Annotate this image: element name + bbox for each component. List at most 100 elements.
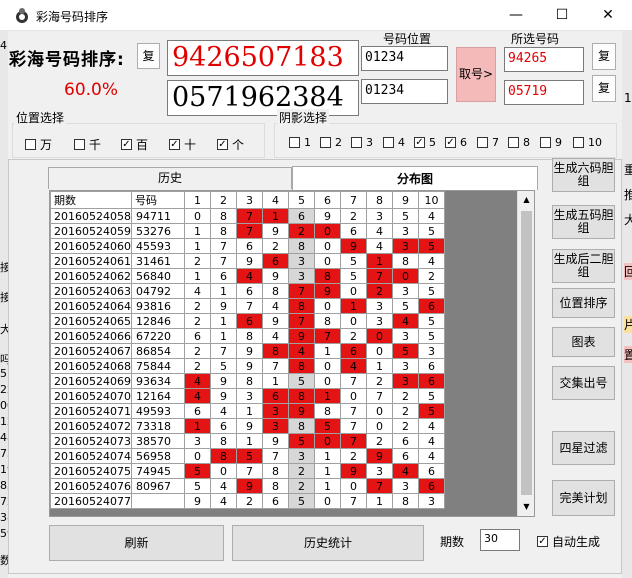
position-checkbox[interactable]: 千 bbox=[74, 136, 101, 153]
table-row[interactable]: 20160524062 56840 1 6 4 9 3 8 5 7 0 2 bbox=[50, 268, 445, 284]
position-checkbox[interactable]: ✓ 个 bbox=[217, 136, 244, 153]
table-row[interactable]: 20160524075 74945 5 0 7 8 2 1 9 3 4 6 bbox=[50, 463, 445, 479]
checkbox-box[interactable]: ✓ bbox=[445, 137, 456, 148]
shadow-checkbox[interactable]: 4 bbox=[383, 136, 405, 149]
distribution-cell: 5 bbox=[417, 403, 445, 419]
checkbox-box[interactable]: ✓ bbox=[169, 139, 180, 150]
refresh-button[interactable]: 刷新 bbox=[49, 525, 224, 561]
action-button-2[interactable]: 生成五码胆组 bbox=[552, 205, 615, 239]
auto-generate-checkbox[interactable]: ✓ 自动生成 bbox=[537, 533, 600, 550]
distribution-cell: 7 bbox=[235, 223, 263, 239]
shadow-checkbox[interactable]: 2 bbox=[320, 136, 342, 149]
distribution-cell: 2 bbox=[261, 238, 289, 254]
position-input-1[interactable]: 01234 bbox=[361, 46, 448, 71]
checkbox-box[interactable] bbox=[508, 137, 519, 148]
checkbox-box[interactable] bbox=[351, 137, 362, 148]
shadow-checkbox[interactable]: 1 bbox=[289, 136, 311, 149]
checkbox-box[interactable]: ✓ bbox=[217, 139, 228, 150]
copy-button-3[interactable]: 复 bbox=[592, 75, 616, 102]
table-row[interactable]: 20160524065 12846 2 1 6 9 7 8 0 3 4 5 bbox=[50, 313, 445, 329]
table-row[interactable]: 20160524072 73318 1 6 9 3 8 5 7 0 2 4 bbox=[50, 418, 445, 434]
table-row[interactable]: 20160524066 67220 6 1 8 4 9 7 2 0 3 5 bbox=[50, 328, 445, 344]
checkbox-box[interactable] bbox=[540, 137, 551, 148]
checkbox-label: 个 bbox=[232, 138, 245, 152]
left-fragment: 吗 bbox=[0, 353, 8, 366]
position-checkbox[interactable]: ✓ 十 bbox=[169, 136, 196, 153]
table-row[interactable]: 20160524073 38570 3 8 1 9 5 0 7 2 6 4 bbox=[50, 433, 445, 449]
checkbox-box[interactable] bbox=[74, 139, 85, 150]
maximize-button[interactable]: ☐ bbox=[539, 0, 585, 31]
action-button-6[interactable]: 交集出号 bbox=[552, 366, 615, 400]
table-row[interactable]: 20160524064 93816 2 9 7 4 8 0 1 3 5 6 bbox=[50, 298, 445, 314]
history-stats-button[interactable]: 历史统计 bbox=[232, 525, 424, 561]
table-row[interactable]: 20160524058 94711 0 8 7 1 6 9 2 3 5 4 bbox=[50, 208, 445, 224]
vertical-scrollbar[interactable]: ▲ ▼ bbox=[517, 191, 534, 516]
distribution-cell: 1 bbox=[261, 208, 289, 224]
distribution-cell: 7 bbox=[209, 253, 237, 269]
pick-number-button[interactable]: 取号> bbox=[456, 47, 496, 102]
position-checkbox[interactable]: ✓ 百 bbox=[121, 136, 148, 153]
copy-button[interactable]: 复 bbox=[137, 43, 160, 69]
table-row[interactable]: 20160524069 93634 4 9 8 1 5 0 7 2 3 6 bbox=[50, 373, 445, 389]
position-checkbox[interactable]: 万 bbox=[25, 136, 52, 153]
period-input[interactable]: 30 bbox=[480, 529, 520, 551]
shadow-checkbox[interactable]: ✓ 5 bbox=[414, 136, 436, 149]
checkbox-box[interactable] bbox=[383, 137, 394, 148]
shadow-checkbox[interactable]: ✓ 6 bbox=[445, 136, 467, 149]
main-number-input-1[interactable]: 9426507183 bbox=[167, 40, 359, 76]
position-input-2[interactable]: 01234 bbox=[361, 79, 448, 104]
table-row[interactable]: 20160524068 75844 2 5 9 7 8 0 4 1 3 6 bbox=[50, 358, 445, 374]
shadow-checkbox[interactable]: 3 bbox=[351, 136, 373, 149]
table-row[interactable]: 20160524077 9 4 2 6 5 0 7 1 8 3 bbox=[50, 493, 445, 509]
action-button-4[interactable]: 位置排序 bbox=[552, 288, 615, 318]
checkbox-box[interactable] bbox=[573, 137, 584, 148]
distribution-cell: 9 bbox=[287, 328, 315, 344]
distribution-cell: 0 bbox=[313, 433, 341, 449]
scroll-up-arrow[interactable]: ▲ bbox=[518, 191, 534, 208]
action-button-3[interactable]: 生成后二胆组 bbox=[552, 249, 615, 283]
selected-input-1[interactable]: 94265 bbox=[504, 47, 584, 72]
distribution-cell: 0 bbox=[313, 253, 341, 269]
table-row[interactable]: 20160524059 53276 1 8 7 9 2 0 6 4 3 5 bbox=[50, 223, 445, 239]
shadow-checkbox[interactable]: 8 bbox=[508, 136, 530, 149]
checkbox-box[interactable]: ✓ bbox=[121, 139, 132, 150]
table-row[interactable]: 20160524067 86854 2 7 9 8 4 1 6 0 5 3 bbox=[50, 343, 445, 359]
table-row[interactable]: 20160524060 45593 1 7 6 2 8 0 9 4 3 5 bbox=[50, 238, 445, 254]
checkbox-box[interactable]: ✓ bbox=[537, 536, 548, 547]
table-row[interactable]: 20160524061 31461 2 7 9 6 3 0 5 1 8 4 bbox=[50, 253, 445, 269]
distribution-cell: 6 bbox=[261, 493, 289, 509]
table-row[interactable]: 20160524071 49593 6 4 1 3 9 8 7 0 2 5 bbox=[50, 403, 445, 419]
distribution-cell: 8 bbox=[235, 328, 263, 344]
tab-distribution[interactable]: 分布图 bbox=[292, 166, 538, 190]
scroll-thumb[interactable] bbox=[521, 211, 532, 495]
action-button-5[interactable]: 图表 bbox=[552, 327, 615, 357]
minimize-button[interactable]: — bbox=[493, 0, 539, 31]
distribution-cell: 4 bbox=[183, 388, 211, 404]
table-row[interactable]: 20160524063 04792 4 1 6 8 7 9 0 2 3 5 bbox=[50, 283, 445, 299]
shadow-checkbox[interactable]: 10 bbox=[573, 136, 602, 149]
checkbox-label: 十 bbox=[184, 138, 197, 152]
copy-button-2[interactable]: 复 bbox=[592, 43, 616, 70]
selected-input-2[interactable]: 05719 bbox=[504, 80, 584, 105]
checkbox-box[interactable]: ✓ bbox=[414, 137, 425, 148]
checkbox-box[interactable] bbox=[25, 139, 36, 150]
distribution-cell: 1 bbox=[339, 298, 367, 314]
scroll-down-arrow[interactable]: ▼ bbox=[518, 498, 534, 515]
table-row[interactable]: 20160524070 12164 4 9 3 6 8 1 0 7 2 5 bbox=[50, 388, 445, 404]
action-button-8[interactable]: 完美计划 bbox=[552, 480, 615, 516]
table-row[interactable]: 20160524074 56958 0 8 5 7 3 1 2 9 6 4 bbox=[50, 448, 445, 464]
action-button-7[interactable]: 四星过滤 bbox=[552, 431, 615, 465]
checkbox-box[interactable] bbox=[289, 137, 300, 148]
action-button-1[interactable]: 生成六码胆组 bbox=[552, 158, 615, 192]
shadow-checkbox[interactable]: 7 bbox=[477, 136, 499, 149]
distribution-cell: 2 bbox=[183, 358, 211, 374]
table-row[interactable]: 20160524076 80967 5 4 9 8 2 1 0 7 3 6 bbox=[50, 478, 445, 494]
shadow-checkbox[interactable]: 9 bbox=[540, 136, 562, 149]
checkbox-box[interactable] bbox=[320, 137, 331, 148]
distribution-cell: 1 bbox=[209, 313, 237, 329]
checkbox-box[interactable] bbox=[477, 137, 488, 148]
tab-history[interactable]: 历史 bbox=[48, 167, 292, 189]
main-number-input-2[interactable]: 0571962384 bbox=[167, 80, 359, 116]
distribution-cell: 6 bbox=[417, 358, 445, 374]
close-button[interactable]: ✕ bbox=[585, 0, 631, 31]
